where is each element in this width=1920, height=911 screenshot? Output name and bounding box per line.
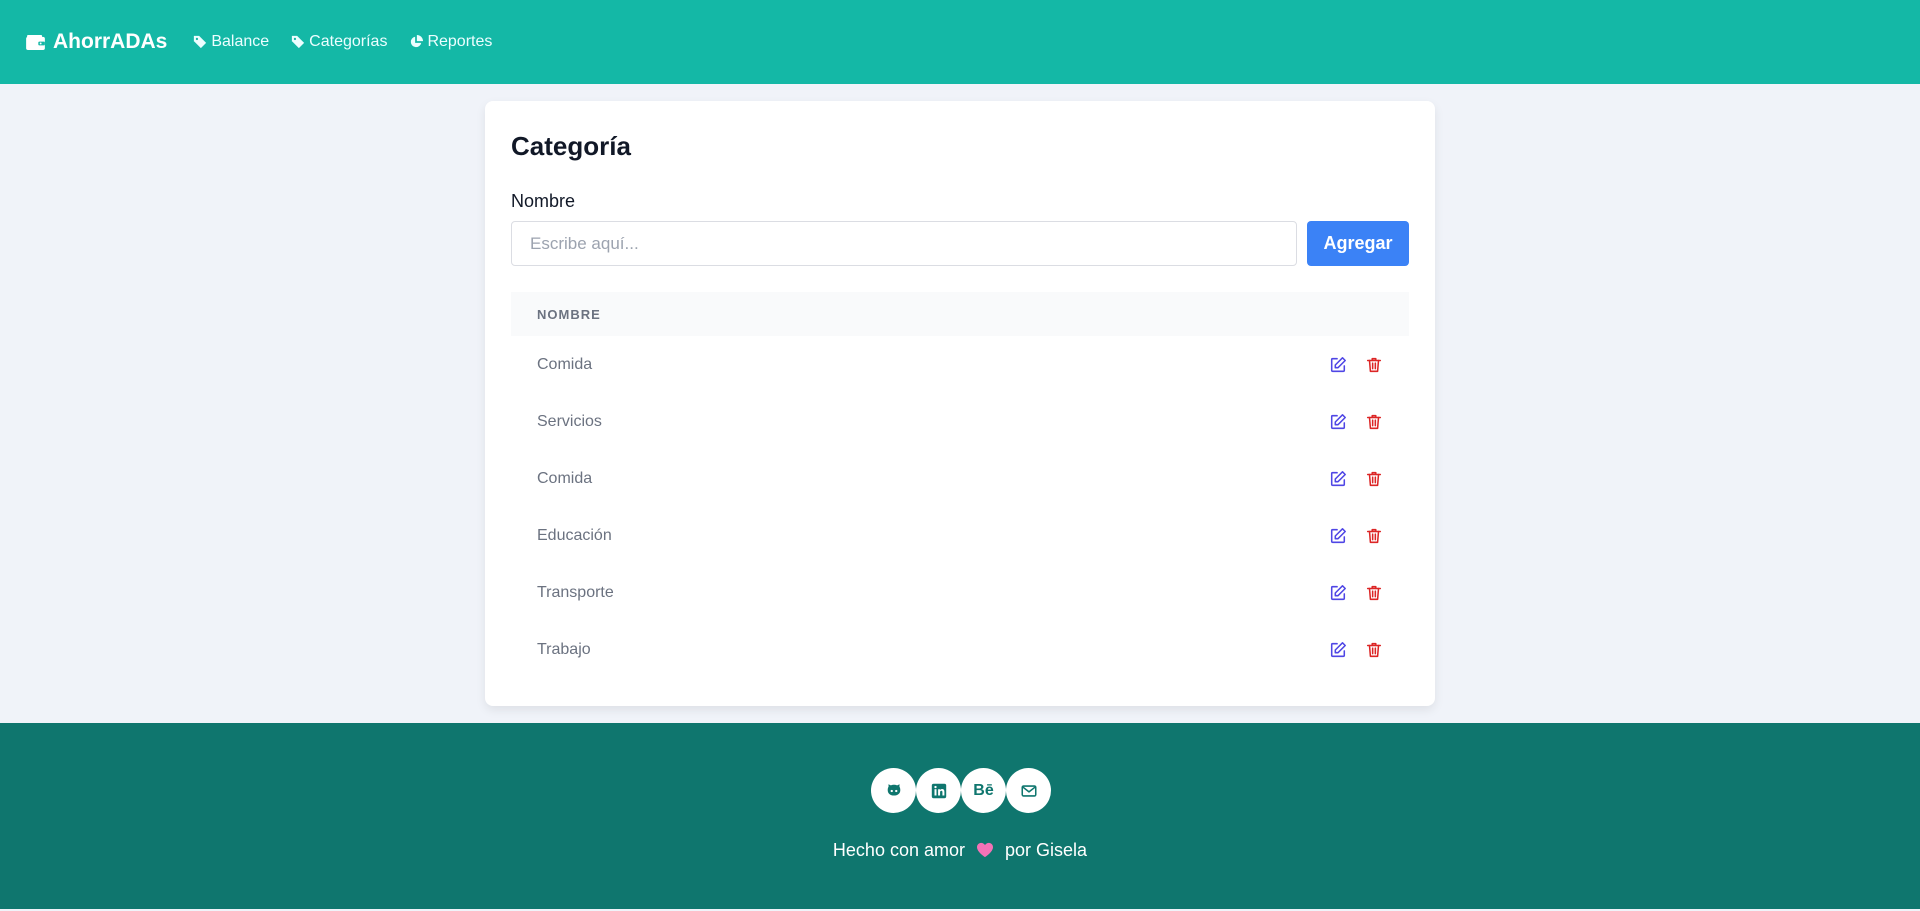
tag-icon	[194, 35, 207, 49]
row-actions	[1329, 641, 1383, 659]
brand[interactable]: AhorrADAs	[26, 30, 167, 54]
heart-icon	[977, 842, 994, 858]
trash-icon[interactable]	[1365, 356, 1383, 374]
linkedin-link[interactable]	[916, 768, 961, 813]
category-name: Comida	[537, 355, 593, 373]
table-row: Transporte	[511, 564, 1409, 621]
page-title: Categoría	[511, 131, 631, 161]
nav-categorias-link[interactable]: Categorías	[291, 33, 387, 51]
footer-credit: Hecho con amor por Gisela	[0, 840, 1920, 861]
row-actions	[1329, 584, 1383, 602]
credit-text-before: Hecho con amor	[832, 840, 965, 860]
table-row: Comida	[511, 336, 1409, 393]
add-category-button[interactable]: Agregar	[1307, 221, 1409, 266]
category-name: Trabajo	[537, 640, 591, 658]
row-actions	[1329, 413, 1383, 431]
trash-icon[interactable]	[1365, 641, 1383, 659]
linkedin-icon	[931, 783, 946, 798]
mail-icon	[1020, 784, 1037, 797]
social-links: Bē	[871, 768, 1051, 813]
edit-icon[interactable]	[1329, 527, 1347, 545]
category-list: Comida Servicios Comida Educación Transp…	[511, 336, 1409, 678]
name-field-label: Nombre	[511, 191, 576, 211]
row-actions	[1329, 356, 1383, 374]
mail-link[interactable]	[1006, 768, 1051, 813]
edit-icon[interactable]	[1329, 356, 1347, 374]
edit-icon[interactable]	[1329, 413, 1347, 431]
behance-link[interactable]: Bē	[961, 768, 1006, 813]
table-row: Educación	[511, 507, 1409, 564]
github-link[interactable]	[871, 768, 916, 813]
trash-icon[interactable]	[1365, 527, 1383, 545]
nav-balance-label: Balance	[211, 33, 270, 50]
table-row: Servicios	[511, 393, 1409, 450]
credit-text-after: por Gisela	[1005, 840, 1088, 860]
table-row: Comida	[511, 450, 1409, 507]
category-name: Servicios	[537, 412, 602, 430]
trash-icon[interactable]	[1365, 413, 1383, 431]
table-header: NOMBRE	[511, 292, 1409, 336]
nav-reportes-label: Reportes	[427, 33, 493, 50]
nav-categorias-label: Categorías	[309, 33, 388, 50]
category-name-input[interactable]	[511, 221, 1297, 266]
category-name: Educación	[537, 526, 612, 544]
edit-icon[interactable]	[1329, 470, 1347, 488]
trash-icon[interactable]	[1365, 584, 1383, 602]
nav-reportes-link[interactable]: Reportes	[409, 33, 492, 51]
column-header-nombre: NOMBRE	[537, 306, 601, 322]
pie-chart-icon	[411, 35, 424, 48]
edit-icon[interactable]	[1329, 641, 1347, 659]
tag-icon	[292, 35, 305, 49]
edit-icon[interactable]	[1329, 584, 1347, 602]
category-card: Categoría Nombre Agregar NOMBRE Comida S…	[485, 101, 1435, 706]
category-name: Comida	[537, 469, 593, 487]
trash-icon[interactable]	[1365, 470, 1383, 488]
row-actions	[1329, 527, 1383, 545]
wallet-icon	[26, 34, 45, 50]
footer: Bē Hecho con amor por Gisela	[0, 723, 1920, 909]
github-icon	[887, 783, 900, 795]
row-actions	[1329, 470, 1383, 488]
table-row: Trabajo	[511, 621, 1409, 678]
category-name: Transporte	[537, 583, 614, 601]
behance-icon: Bē	[973, 781, 994, 799]
navbar: AhorrADAs Balance Categorías Reportes	[0, 0, 1920, 84]
nav-balance-link[interactable]: Balance	[193, 33, 269, 51]
brand-name: AhorrADAs	[53, 30, 168, 53]
